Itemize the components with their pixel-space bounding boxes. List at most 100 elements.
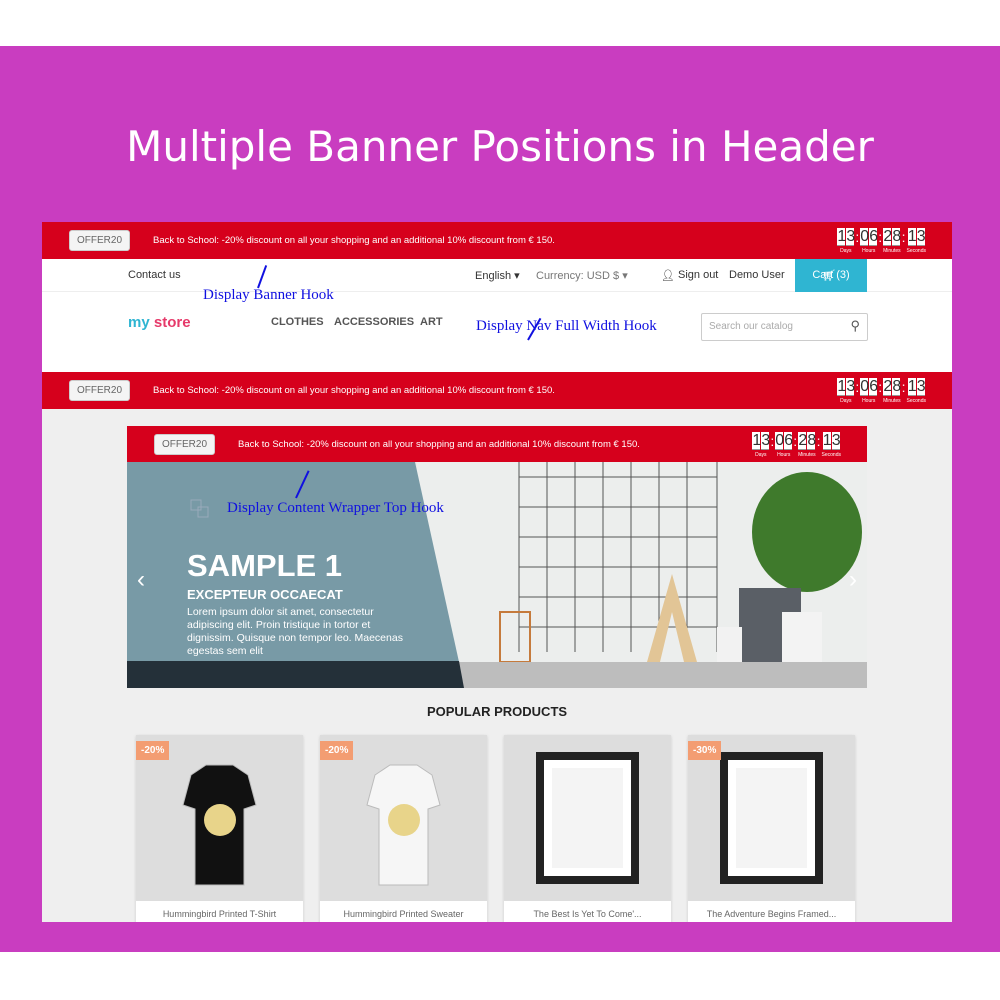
product-image-area[interactable]: -20% [136, 735, 303, 901]
countdown-timer: 1 3 Days:0 6 Hours:2 8 Minutes:1 3 Seconds [752, 431, 841, 458]
offer-code-button[interactable]: OFFER20 [69, 380, 131, 401]
logo[interactable]: my store [128, 314, 191, 331]
countdown-digits: 13 [907, 227, 926, 246]
menu-accessories[interactable]: ACCESSORIES [334, 316, 414, 328]
countdown-digits: 06 [775, 431, 794, 450]
countdown-label: Days [755, 451, 767, 458]
countdown-unit: 1 3 Days [837, 377, 856, 404]
countdown-unit: 2 8 Minutes [883, 377, 902, 404]
cart-label: Cart (3) [812, 269, 850, 281]
product-card[interactable]: The Best Is Yet To Come'... [504, 735, 671, 922]
countdown-digits: 13 [837, 377, 856, 396]
user-icon: 👤︎ [661, 270, 675, 282]
menu-art[interactable]: ART [420, 316, 443, 328]
countdown-digits: 28 [883, 377, 902, 396]
countdown-label: Minutes [883, 397, 901, 404]
product-image [536, 752, 639, 884]
product-card[interactable]: -30% The Adventure Begins Framed... [688, 735, 855, 922]
image-slider: SAMPLE 1 EXCEPTEUR OCCAECAT Lorem ipsum … [127, 462, 867, 688]
popular-products-heading: POPULAR PRODUCTS [426, 704, 568, 719]
countdown-digits: 28 [798, 431, 817, 450]
countdown-digit: 3 [846, 377, 856, 396]
store-screenshot: OFFER20 Back to School: -20% discount on … [42, 222, 952, 922]
countdown-label: Hours [862, 247, 876, 254]
currency-select[interactable]: Currency: USD $ ▾ [536, 269, 628, 282]
slide-title: SAMPLE 1 [187, 548, 343, 583]
countdown-digit: 1 [752, 431, 762, 450]
banner-nav-full-width: OFFER20 Back to School: -20% discount on … [42, 372, 952, 409]
product-name[interactable]: The Best Is Yet To Come'... [504, 901, 671, 919]
next-arrow-icon[interactable]: › [849, 566, 857, 594]
countdown-unit: 1 3 Days [837, 227, 855, 254]
offer-code-button[interactable]: OFFER20 [69, 230, 131, 251]
banner-display-banner: OFFER20 Back to School: -20% discount on … [42, 222, 952, 259]
page-title: Multiple Banner Positions in Header [126, 122, 874, 171]
countdown-digit: 8 [892, 377, 902, 396]
countdown-digits: 06 [860, 227, 878, 246]
product-image-area[interactable]: -30% [688, 735, 855, 901]
offer-code-button[interactable]: OFFER20 [154, 434, 216, 455]
countdown-digit: 6 [784, 431, 794, 450]
countdown-label: Minutes [798, 451, 816, 458]
countdown-unit: 0 6 Hours [860, 227, 878, 254]
user-name[interactable]: Demo User [729, 269, 785, 281]
countdown-digits: 13 [752, 431, 771, 450]
product-name[interactable]: Hummingbird Printed Sweater [320, 901, 487, 919]
hook-label-nav-full-width: Display Nav Full Width Hook [476, 318, 657, 334]
banner-message: Back to School: -20% discount on all you… [153, 235, 555, 246]
search-placeholder: Search our catalog [709, 321, 793, 332]
prev-arrow-icon[interactable]: ‹ [137, 566, 145, 594]
product-name[interactable]: The Adventure Begins Framed... [688, 901, 855, 919]
banner-content-wrapper-top: OFFER20 Back to School: -20% discount on … [127, 426, 867, 463]
countdown-digit: 0 [775, 431, 785, 450]
countdown-digits: 28 [883, 227, 901, 246]
countdown-digit: 1 [822, 431, 832, 450]
hook-label-banner: Display Banner Hook [203, 287, 334, 303]
countdown-digit: 2 [798, 431, 808, 450]
product-card[interactable]: -20% Hummingbird Printed Sweater [320, 735, 487, 922]
slide-subtitle: EXCEPTEUR OCCAECAT [187, 587, 343, 602]
countdown-separator: : [878, 378, 883, 395]
countdown-timer: 1 3 Days:0 6 Hours:2 8 Minutes:1 3 Seconds [837, 377, 926, 404]
countdown-digit: 6 [869, 377, 879, 396]
product-name[interactable]: Hummingbird Printed T-Shirt [136, 901, 303, 919]
countdown-digit: 2 [883, 377, 893, 396]
countdown-digit: 8 [807, 431, 817, 450]
language-select[interactable]: English ▾ [475, 269, 520, 282]
countdown-digits: 06 [860, 377, 879, 396]
countdown-separator: : [855, 228, 860, 245]
contact-link[interactable]: Contact us [128, 269, 181, 281]
discount-badge: -30% [688, 741, 722, 760]
product-image-area[interactable]: -20% [320, 735, 487, 901]
discount-badge: -20% [320, 741, 354, 760]
search-input[interactable]: Search our catalog ⚲ [701, 313, 868, 341]
countdown-digit: 1 [907, 377, 917, 396]
top-nav: Contact us English ▾ Currency: USD $ ▾ 👤… [42, 259, 952, 292]
search-icon[interactable]: ⚲ [850, 318, 860, 334]
countdown-unit: 0 6 Hours [860, 377, 879, 404]
countdown-separator: : [878, 228, 883, 245]
countdown-label: Minutes [883, 247, 901, 254]
countdown-digit: 0 [860, 227, 870, 246]
menu-clothes[interactable]: CLOTHES [271, 316, 324, 328]
cart-button[interactable]: 🛒︎ Cart (3) [795, 259, 867, 292]
countdown-digit: 3 [916, 377, 926, 396]
countdown-unit: 1 3 Seconds [906, 227, 926, 254]
product-image-area[interactable] [504, 735, 671, 901]
countdown-separator: : [855, 378, 860, 395]
countdown-label: Days [840, 247, 852, 254]
countdown-label: Seconds [906, 247, 926, 254]
countdown-label: Hours [777, 451, 791, 458]
countdown-unit: 1 3 Seconds [822, 431, 841, 458]
countdown-timer: 1 3 Days:0 6 Hours:2 8 Minutes:1 3 Seconds [837, 227, 926, 254]
sign-out-link[interactable]: Sign out [678, 269, 718, 281]
countdown-unit: 2 8 Minutes [798, 431, 817, 458]
countdown-separator: : [793, 432, 798, 449]
countdown-digit: 1 [837, 377, 847, 396]
product-card[interactable]: -20% Hummingbird Printed T-Shirt [136, 735, 303, 922]
countdown-digit: 3 [761, 431, 771, 450]
countdown-unit: 1 3 Seconds [907, 377, 926, 404]
countdown-separator: : [770, 432, 775, 449]
countdown-separator: : [901, 378, 906, 395]
countdown-unit: 0 6 Hours [775, 431, 794, 458]
